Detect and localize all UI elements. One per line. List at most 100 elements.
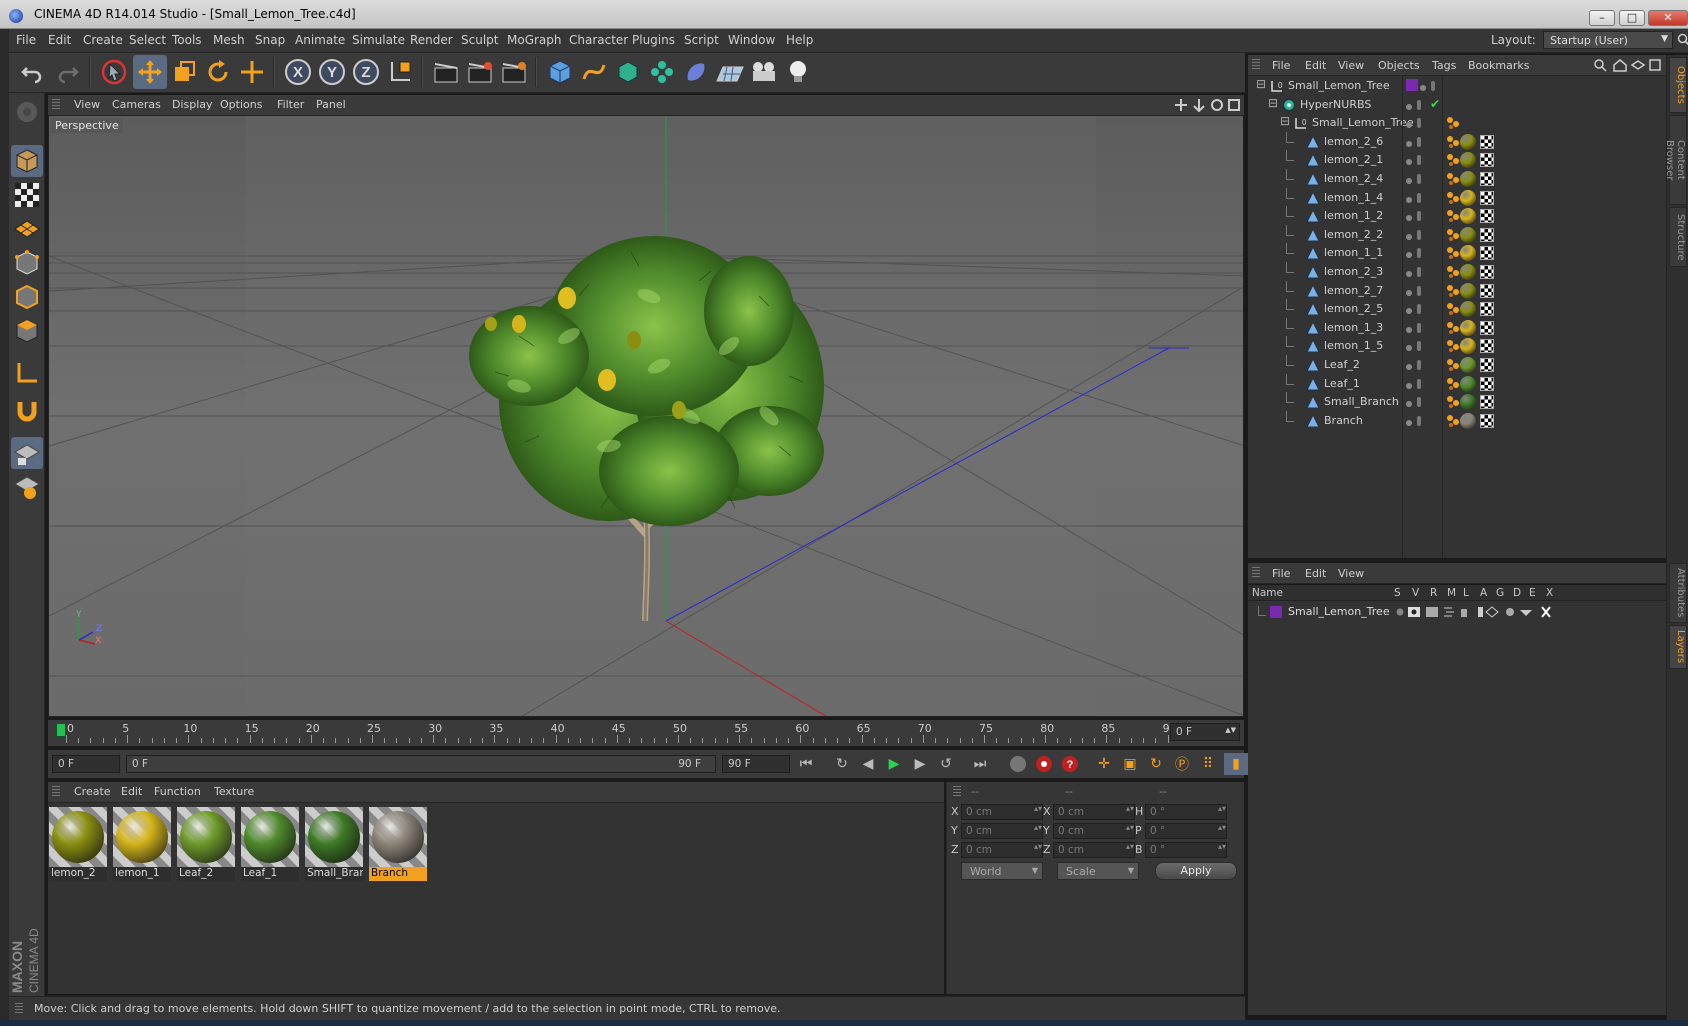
edges-mode-button[interactable] <box>11 281 43 313</box>
stepper-icon[interactable]: ▴▾ <box>1126 805 1134 813</box>
maximize-button[interactable]: □ <box>1619 10 1645 26</box>
uvw-tag-icon[interactable] <box>1480 302 1494 317</box>
phong-tag-icon[interactable] <box>1446 377 1460 391</box>
coordinate-value-field[interactable]: 0 cm ▴▾ <box>961 823 1043 839</box>
object-tree-row[interactable]: lemon_2_6 <box>1248 131 1666 152</box>
layer-column-header[interactable]: A <box>1480 587 1487 599</box>
object-tree-row[interactable]: lemon_1_4 <box>1248 187 1666 208</box>
coordinate-space-dropdown[interactable]: World ▼ <box>961 862 1043 880</box>
menu-file[interactable]: File <box>16 33 36 47</box>
uvw-tag-icon[interactable] <box>1480 320 1494 335</box>
visibility-dots[interactable] <box>1406 155 1426 168</box>
add-array-button[interactable] <box>645 55 679 89</box>
coordinate-value-field[interactable]: 0 ° ▴▾ <box>1145 804 1227 820</box>
end-frame-field[interactable]: 90 F <box>722 755 790 773</box>
recent-tool-button[interactable] <box>235 55 269 89</box>
coordinate-system-button[interactable] <box>383 55 417 89</box>
layer-column-header[interactable]: L <box>1463 587 1469 599</box>
material-tag-icon[interactable] <box>1460 152 1476 169</box>
object-tree-row[interactable]: lemon_2_2 <box>1248 224 1666 245</box>
material-tag-icon[interactable] <box>1460 319 1476 336</box>
next-frame-button[interactable]: ▶ <box>908 753 932 775</box>
material-tag-icon[interactable] <box>1460 357 1476 373</box>
stepper-icon[interactable]: ▴▾ <box>1034 824 1042 832</box>
layout-dropdown[interactable]: Startup (User) ▼ <box>1543 31 1673 49</box>
menu-script[interactable]: Script <box>684 33 719 47</box>
visibility-dots[interactable] <box>1406 415 1426 429</box>
layer-color-tag[interactable] <box>1406 79 1418 91</box>
viewport-navigation-icons[interactable] <box>1174 98 1240 112</box>
material-menu-texture[interactable]: Texture <box>214 785 254 798</box>
layer-column-header[interactable]: V <box>1412 587 1419 599</box>
material-tag-icon[interactable] <box>1460 264 1476 280</box>
phong-tag-icon[interactable] <box>1446 191 1460 205</box>
object-tree-row[interactable]: ⊟ 0 Small_Lemon_Tree <box>1248 76 1666 96</box>
object-tree-row[interactable]: lemon_2_1 <box>1248 150 1666 170</box>
layer-column-header[interactable]: Name <box>1252 587 1283 599</box>
coordinate-value-field[interactable]: 0 cm ▴▾ <box>961 804 1043 820</box>
make-editable-button[interactable] <box>11 96 43 128</box>
material-tag-icon[interactable] <box>1460 282 1476 299</box>
live-selection-button[interactable] <box>97 55 131 89</box>
texture-mode-button[interactable] <box>11 179 43 211</box>
x-axis-lock-button[interactable]: X <box>281 55 315 89</box>
material-tag-icon[interactable] <box>1460 171 1476 187</box>
viewport-camera-label[interactable]: Perspective <box>51 118 123 133</box>
redo-button[interactable] <box>51 55 85 89</box>
objects-menu-view[interactable]: View <box>1338 59 1364 72</box>
visibility-dots[interactable] <box>1406 118 1426 131</box>
material-swatch[interactable]: Leaf_1 <box>241 807 299 881</box>
tab-content-browser[interactable]: Content Browser <box>1664 115 1687 205</box>
object-tree-row[interactable]: lemon_1_1 <box>1248 243 1666 263</box>
uvw-tag-icon[interactable] <box>1480 376 1494 391</box>
phong-tag-icon[interactable] <box>1446 135 1460 149</box>
next-key-button[interactable]: ↺ <box>934 753 958 775</box>
phong-tag-icon[interactable] <box>1446 116 1460 130</box>
points-mode-button[interactable] <box>11 247 43 279</box>
layer-column-header[interactable]: R <box>1430 587 1437 599</box>
layer-column-header[interactable]: M <box>1447 587 1456 599</box>
object-tree-row[interactable]: Small_Branch <box>1248 392 1666 412</box>
stepper-icon[interactable]: ▴▾ <box>1218 843 1226 851</box>
layer-switch-icons[interactable] <box>1394 605 1664 619</box>
grip-handle[interactable] <box>1252 567 1260 579</box>
layers-menu-file[interactable]: File <box>1272 567 1290 580</box>
render-view-button[interactable] <box>429 55 463 89</box>
menu-sculpt[interactable]: Sculpt <box>461 33 498 47</box>
previous-frame-button[interactable]: ◀ <box>856 753 880 775</box>
visibility-dots[interactable] <box>1420 81 1440 94</box>
material-swatch[interactable]: lemon_2 <box>49 807 107 881</box>
coordinate-value-field[interactable]: 0 ° ▴▾ <box>1145 823 1227 839</box>
autokeying-button[interactable] <box>1032 753 1056 775</box>
grip-handle[interactable] <box>1252 59 1260 71</box>
viewport-menu-filter[interactable]: Filter <box>277 98 304 111</box>
coordinate-value-field[interactable]: 0 cm ▴▾ <box>1053 842 1135 858</box>
z-axis-lock-button[interactable]: Z <box>349 55 383 89</box>
material-menu-function[interactable]: Function <box>154 785 201 798</box>
visibility-dots[interactable] <box>1406 322 1426 336</box>
render-settings-button[interactable] <box>497 55 531 89</box>
scale-tool-button[interactable] <box>167 55 201 89</box>
uvw-tag-icon[interactable] <box>1480 283 1494 298</box>
phong-tag-icon[interactable] <box>1446 153 1460 167</box>
phong-tag-icon[interactable] <box>1446 172 1460 186</box>
layers-menu-view[interactable]: View <box>1338 567 1364 580</box>
record-active-button[interactable] <box>1006 753 1030 775</box>
object-tree-row[interactable]: Leaf_2 <box>1248 355 1666 375</box>
material-swatch[interactable]: lemon_1 <box>113 807 171 881</box>
layer-color-swatch[interactable] <box>1270 606 1282 618</box>
visibility-dots[interactable] <box>1406 360 1426 373</box>
material-swatch[interactable]: Leaf_2 <box>177 807 235 881</box>
keyframe-selection-button[interactable]: ? <box>1058 753 1082 775</box>
frame-range-slider[interactable]: 0 F 90 F <box>126 755 716 773</box>
go-to-end-button[interactable]: ⏭ <box>968 753 992 775</box>
object-tree-row[interactable]: Leaf_1 <box>1248 373 1666 394</box>
material-swatch[interactable]: Small_Bran <box>305 807 363 881</box>
key-rotation-button[interactable]: ↻ <box>1144 753 1168 775</box>
uvw-tag-icon[interactable] <box>1480 190 1494 205</box>
material-tag-icon[interactable] <box>1460 412 1476 429</box>
tab-objects[interactable]: Objects <box>1669 57 1687 113</box>
menu-mograph[interactable]: MoGraph <box>507 33 562 47</box>
objects-menu-objects[interactable]: Objects <box>1378 59 1420 72</box>
menu-snap[interactable]: Snap <box>255 33 285 47</box>
